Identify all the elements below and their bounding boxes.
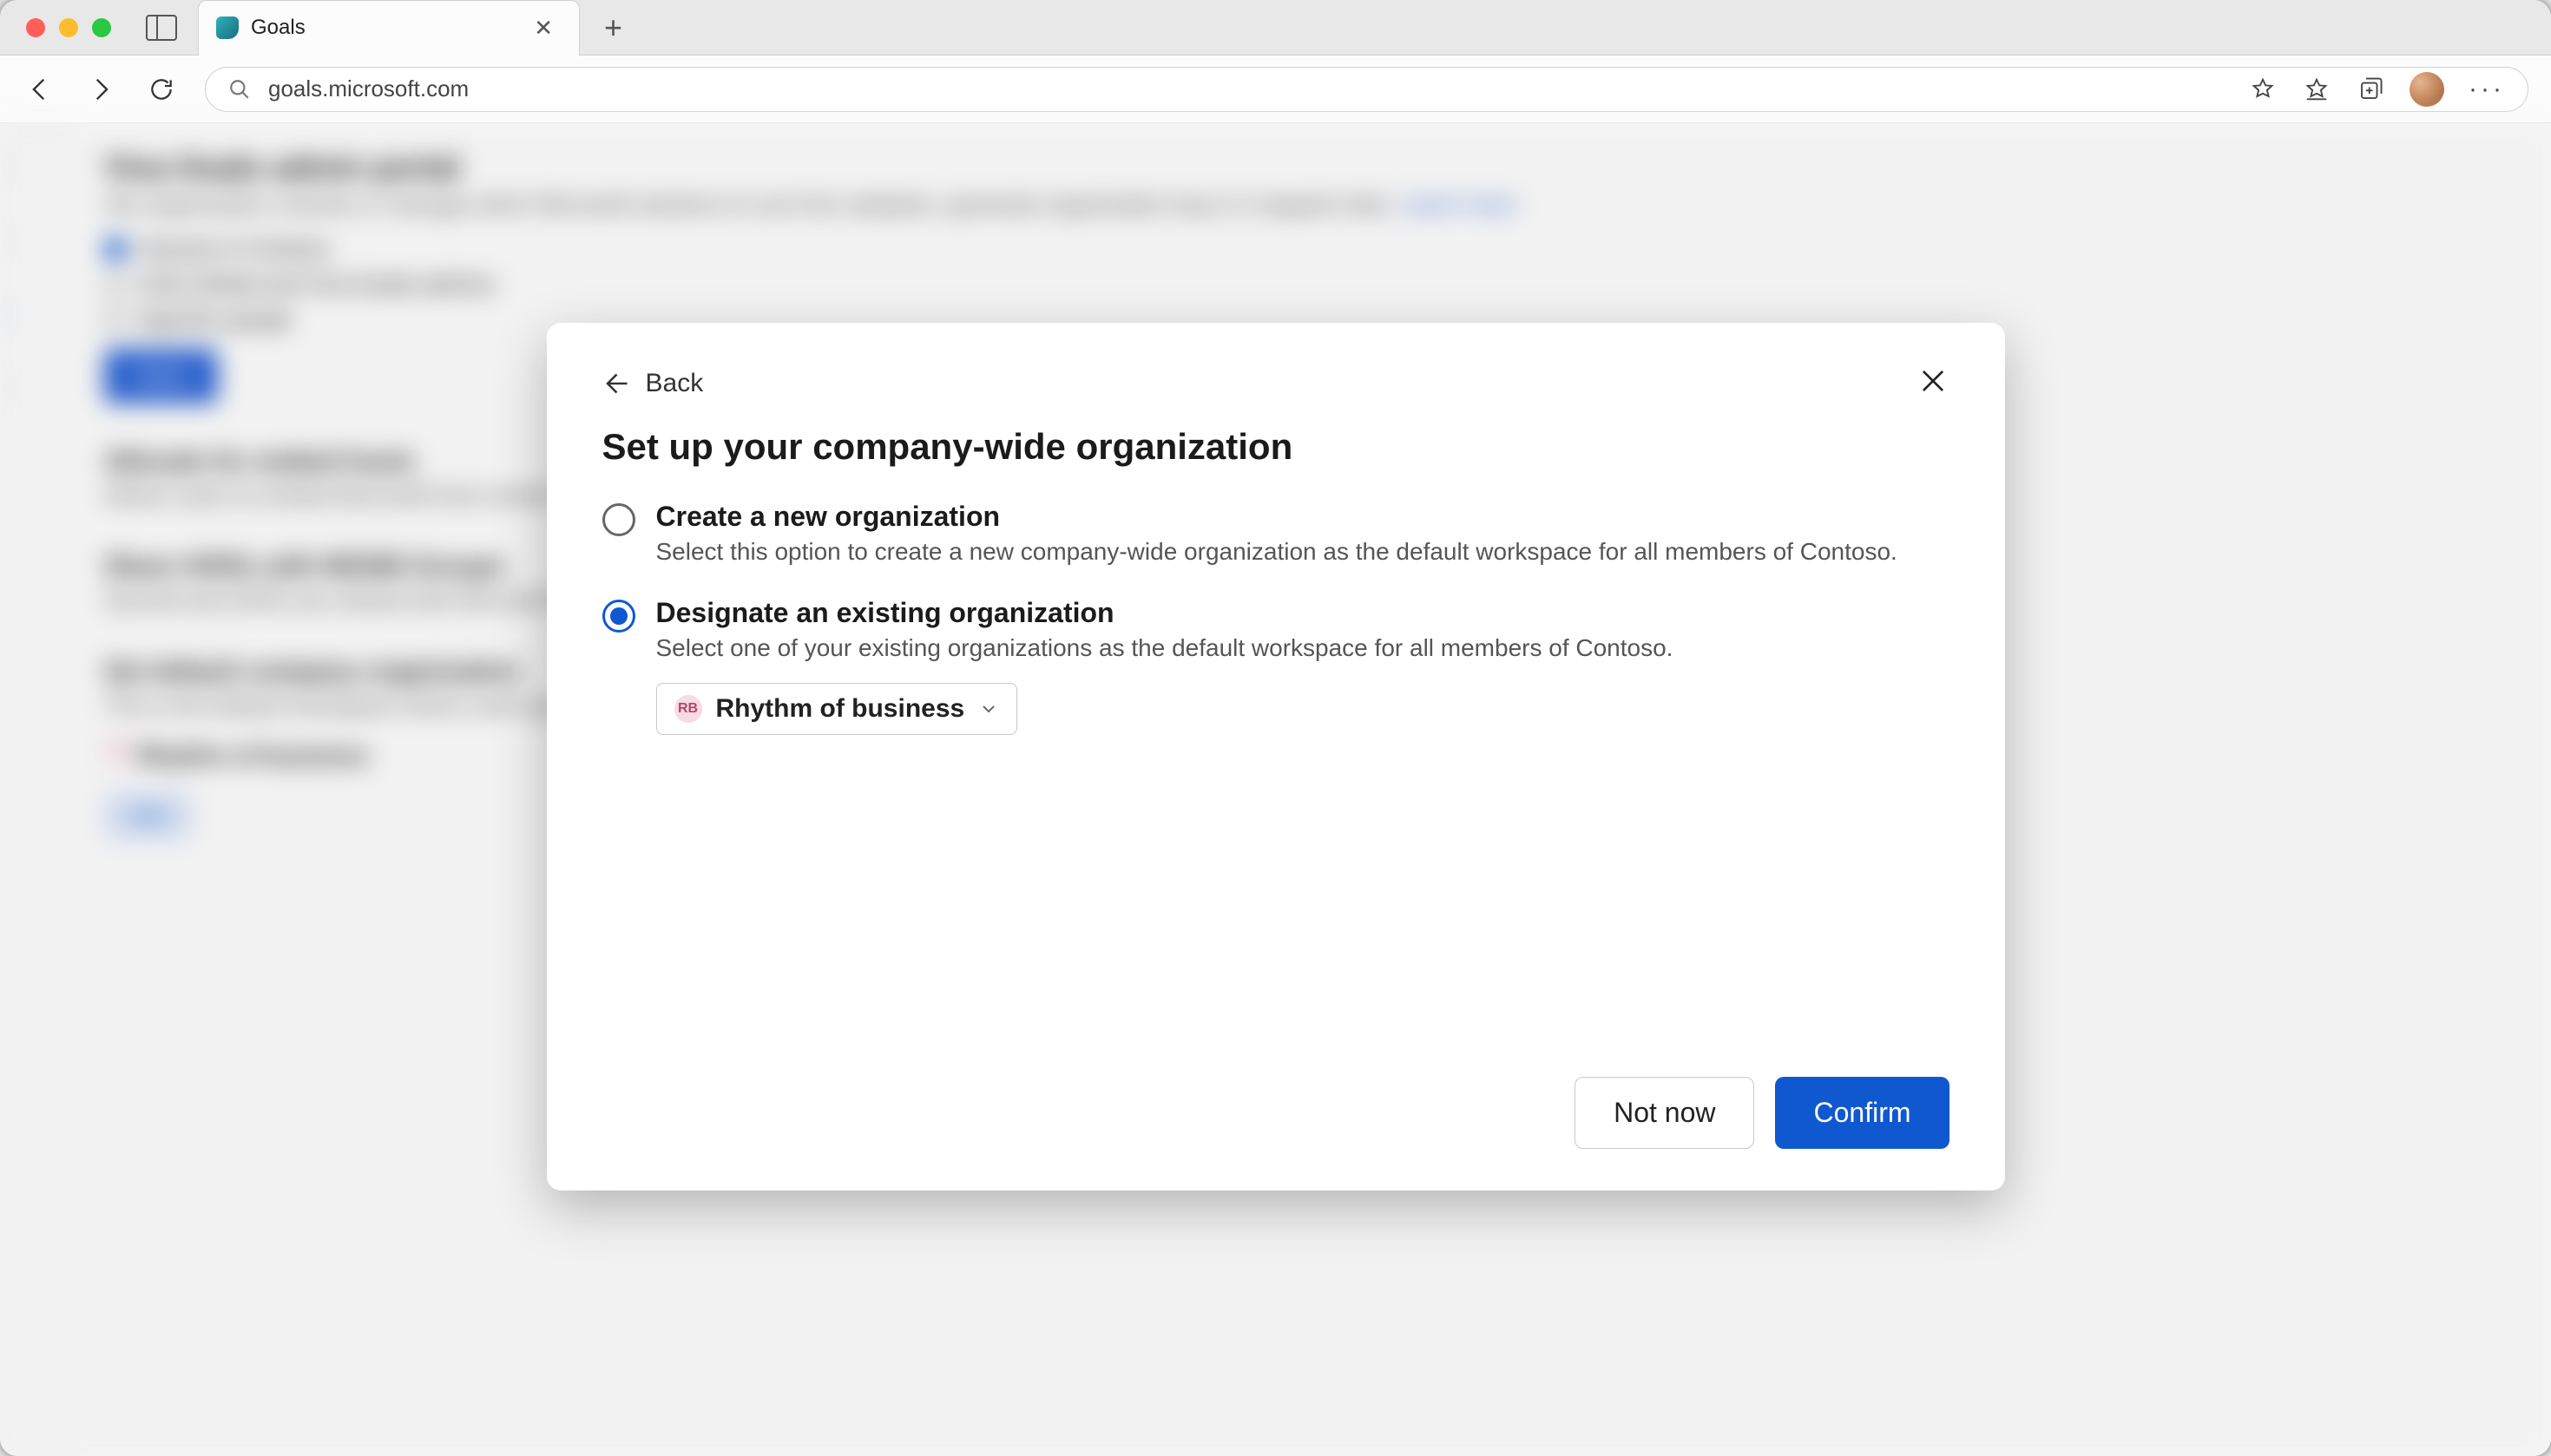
collections-icon[interactable] — [2356, 75, 2385, 104]
tab-close-icon[interactable]: ✕ — [525, 11, 562, 45]
modal-title: Set up your company-wide organization — [602, 426, 1949, 468]
option-create-new[interactable]: Create a new organization Select this op… — [602, 501, 1949, 566]
org-name: Rhythm of business — [716, 694, 965, 724]
modal-back-button[interactable]: Back — [602, 368, 704, 399]
tab-favicon-icon — [216, 16, 239, 39]
radio-designate-existing[interactable] — [602, 600, 635, 633]
close-icon — [1917, 364, 1949, 397]
browser-window: Goals ✕ + goals.microsoft.com — [0, 0, 2551, 1456]
back-label: Back — [646, 369, 704, 398]
nav-forward-button[interactable] — [83, 72, 118, 107]
tab-title: Goals — [251, 16, 525, 40]
maximize-window-icon[interactable] — [92, 18, 111, 37]
confirm-button[interactable]: Confirm — [1775, 1077, 1949, 1149]
setup-org-modal: Back Set up your company-wide organizati… — [547, 323, 2005, 1190]
modal-overlay: Back Set up your company-wide organizati… — [0, 123, 2551, 1456]
modal-close-button[interactable] — [1917, 364, 1949, 402]
favorites-icon[interactable] — [2302, 75, 2331, 104]
new-tab-button[interactable]: + — [594, 10, 633, 46]
minimize-window-icon[interactable] — [59, 18, 78, 37]
address-bar[interactable]: goals.microsoft.com ··· — [205, 67, 2528, 112]
option-title: Create a new organization — [656, 501, 1949, 533]
window-controls — [26, 18, 111, 37]
browser-tab[interactable]: Goals ✕ — [198, 0, 580, 56]
org-picker-dropdown[interactable]: RB Rhythm of business — [656, 683, 1018, 735]
option-desc: Select one of your existing organization… — [656, 634, 1949, 662]
nav-back-button[interactable] — [23, 72, 57, 107]
toolbar: goals.microsoft.com ··· — [0, 56, 2551, 123]
nav-refresh-button[interactable] — [144, 72, 179, 107]
close-window-icon[interactable] — [26, 18, 45, 37]
chevron-down-icon — [978, 698, 999, 719]
add-favorite-icon[interactable] — [2248, 75, 2278, 104]
arrow-left-icon — [602, 368, 634, 399]
option-desc: Select this option to create a new compa… — [656, 538, 1949, 566]
more-menu-icon[interactable]: ··· — [2469, 75, 2505, 104]
url-text: goals.microsoft.com — [268, 75, 469, 102]
tab-overview-icon[interactable] — [146, 15, 177, 41]
option-designate-existing[interactable]: Designate an existing organization Selec… — [602, 597, 1949, 735]
radio-create-new[interactable] — [602, 503, 635, 536]
titlebar: Goals ✕ + — [0, 0, 2551, 56]
org-badge: RB — [674, 695, 702, 723]
not-now-button[interactable]: Not now — [1575, 1077, 1754, 1149]
search-icon — [228, 78, 251, 101]
profile-avatar[interactable] — [2410, 72, 2444, 107]
option-title: Designate an existing organization — [656, 597, 1949, 629]
